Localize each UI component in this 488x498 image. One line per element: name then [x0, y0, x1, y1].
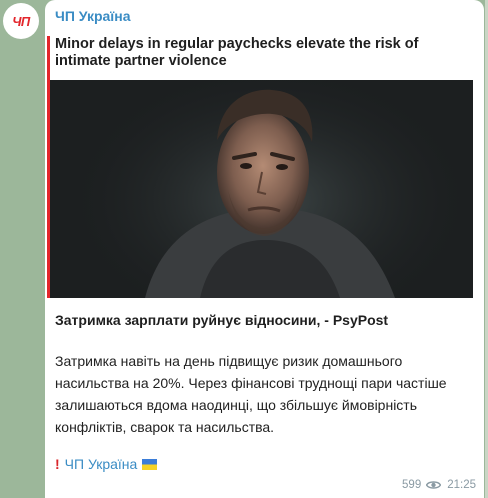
exclamation-icon: !	[55, 456, 60, 472]
signature-link[interactable]: ЧП Україна	[65, 456, 138, 472]
preview-headline: Minor delays in regular paychecks elevat…	[55, 36, 419, 69]
ukraine-flag-icon	[142, 458, 158, 470]
message-bubble: ЧП Україна Minor delays in regular paych…	[45, 0, 484, 498]
message-time: 21:25	[447, 479, 476, 491]
post-body: Затримка навіть на день підвищує ризик д…	[55, 353, 447, 435]
signature[interactable]: ! ЧП Україна	[55, 456, 158, 472]
link-preview[interactable]: Minor delays in regular paychecks elevat…	[47, 36, 473, 298]
preview-photo[interactable]	[50, 80, 473, 298]
channel-avatar[interactable]: ЧП	[3, 3, 39, 39]
eye-icon	[426, 481, 442, 489]
post-title: Затримка зарплати руйнує відносини, - Ps…	[55, 312, 389, 328]
man-portrait-image	[50, 80, 473, 298]
channel-name[interactable]: ЧП Україна	[55, 8, 131, 24]
avatar-logo-text: ЧП	[12, 13, 30, 29]
message-meta: 599 21:25	[402, 479, 476, 491]
view-count: 599	[402, 479, 422, 491]
